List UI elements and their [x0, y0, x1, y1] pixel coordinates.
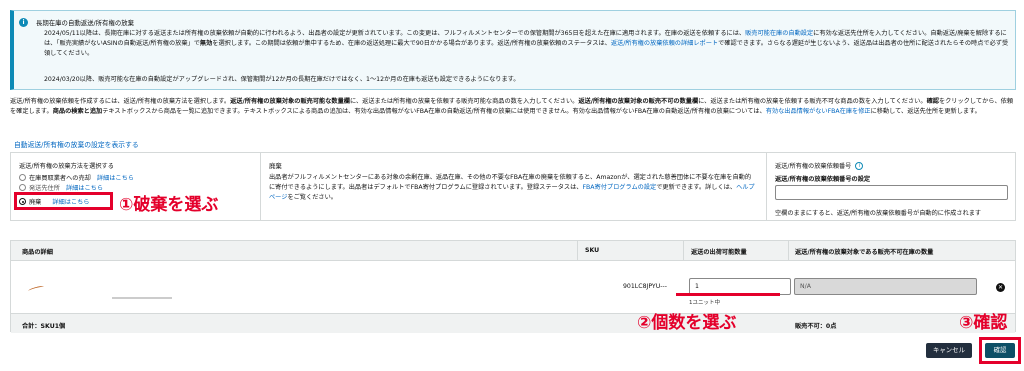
disposal-title: 廃棄: [269, 162, 282, 170]
sell-detail-link[interactable]: 詳細はこちら: [97, 173, 134, 182]
request-id-note: 空欄のままにすると、返送/所有権の放棄依頼番号が自動的に作成されます: [775, 210, 982, 217]
quantity-hint: 1ユニット中: [689, 300, 720, 306]
notice-body: 2024/05/11以降は、長期在庫に対する返送または所有権の放棄依頼が自動的に…: [44, 30, 1009, 57]
header-product: 商品の詳細: [22, 249, 53, 256]
request-id-input[interactable]: [775, 185, 1008, 200]
unsellable-quantity-input: N/A: [794, 278, 977, 295]
highlight-dispose-option: [14, 192, 113, 210]
info-icon: i: [19, 18, 28, 27]
method-title: 返送/所有権の放棄方法を選択する: [19, 163, 114, 170]
cancel-button[interactable]: キャンセル: [926, 343, 972, 358]
table-header: 商品の詳細 SKU 返送の出荷可能数量 返送/所有権の放棄対象である販売不可在庫…: [11, 241, 1015, 261]
total-count: 合計：SKU1個: [22, 323, 66, 330]
not-sellable-count: 販売不可：0点: [795, 323, 837, 330]
method-option-return[interactable]: 発送先住所 詳細はこちら: [19, 183, 103, 192]
request-id-label: 返送/所有権の放棄依頼番号の設定: [775, 176, 871, 183]
method-option-sell[interactable]: 在庫買取業者への売却 詳細はこちら: [19, 173, 134, 182]
notice-title: 長期在庫の自動返送/所有権の放棄: [36, 19, 135, 27]
info-icon[interactable]: i: [855, 161, 864, 170]
sku-cell: 901LC8JPYU---: [623, 283, 667, 290]
request-id-title: 返送/所有権の放棄依頼番号 i: [775, 161, 864, 170]
auto-settings-link[interactable]: 販売可能在庫の自動設定: [745, 30, 813, 37]
radio-sell[interactable]: [19, 174, 26, 181]
show-settings-link[interactable]: 自動返送/所有権の放棄の設定を表示する: [14, 139, 139, 149]
fix-listing-link[interactable]: 有効な出品情報がないFBA在庫を修正: [766, 108, 871, 115]
annotation-step3: ③確認: [959, 313, 1008, 333]
header-sku: SKU: [585, 247, 600, 254]
instructions-text: 返送/所有権の放棄依頼を作成するには、返送/所有権の放棄方法を選択します。返送/…: [10, 98, 1014, 115]
highlight-confirm-button: [979, 337, 1021, 364]
items-table: 商品の詳細 SKU 返送の出荷可能数量 返送/所有権の放棄対象である販売不可在庫…: [10, 240, 1016, 333]
notice-banner: i 長期在庫の自動返送/所有権の放棄 2024/05/11以降は、長期在庫に対す…: [10, 10, 1016, 90]
remove-icon[interactable]: ✕: [996, 283, 1005, 292]
return-detail-link[interactable]: 詳細はこちら: [66, 183, 103, 192]
table-footer: 合計：SKU1個 販売不可：0点: [11, 313, 1015, 333]
product-thumbnail: [28, 286, 44, 291]
notice-update: 2024/03/20以降、販売可能な在庫の自動設定がアップグレードされ、保管期間…: [44, 76, 520, 83]
highlight-quantity-underline: [676, 293, 780, 296]
annotation-step1: ①破棄を選ぶ: [119, 195, 219, 215]
disposal-body: 出品者がフルフィルメントセンターにある対象の余剰在庫、返品在庫、その他の不要なF…: [269, 174, 755, 201]
request-id-column: 返送/所有権の放棄依頼番号 i 返送/所有権の放棄依頼番号の設定 空欄のままにす…: [767, 153, 1017, 220]
disposal-column: 廃棄 出品者がフルフィルメントセンターにある対象の余剰在庫、返品在庫、その他の不…: [261, 153, 767, 220]
radio-return[interactable]: [19, 184, 26, 191]
annotation-step2: ②個数を選ぶ: [637, 313, 737, 333]
header-sellable-qty: 返送の出荷可能数量: [691, 249, 747, 256]
detail-report-link[interactable]: 返送/所有権の放棄依頼の詳細レポート: [611, 40, 718, 47]
table-row: 901LC8JPYU--- 1 1ユニット中 N/A ✕: [11, 261, 1015, 313]
donation-settings-link[interactable]: FBA寄付プログラムの設定: [583, 184, 657, 191]
header-unsellable-qty: 返送/所有権の放棄対象である販売不可在庫の数量: [795, 249, 934, 256]
product-title-blurred: [112, 297, 172, 299]
